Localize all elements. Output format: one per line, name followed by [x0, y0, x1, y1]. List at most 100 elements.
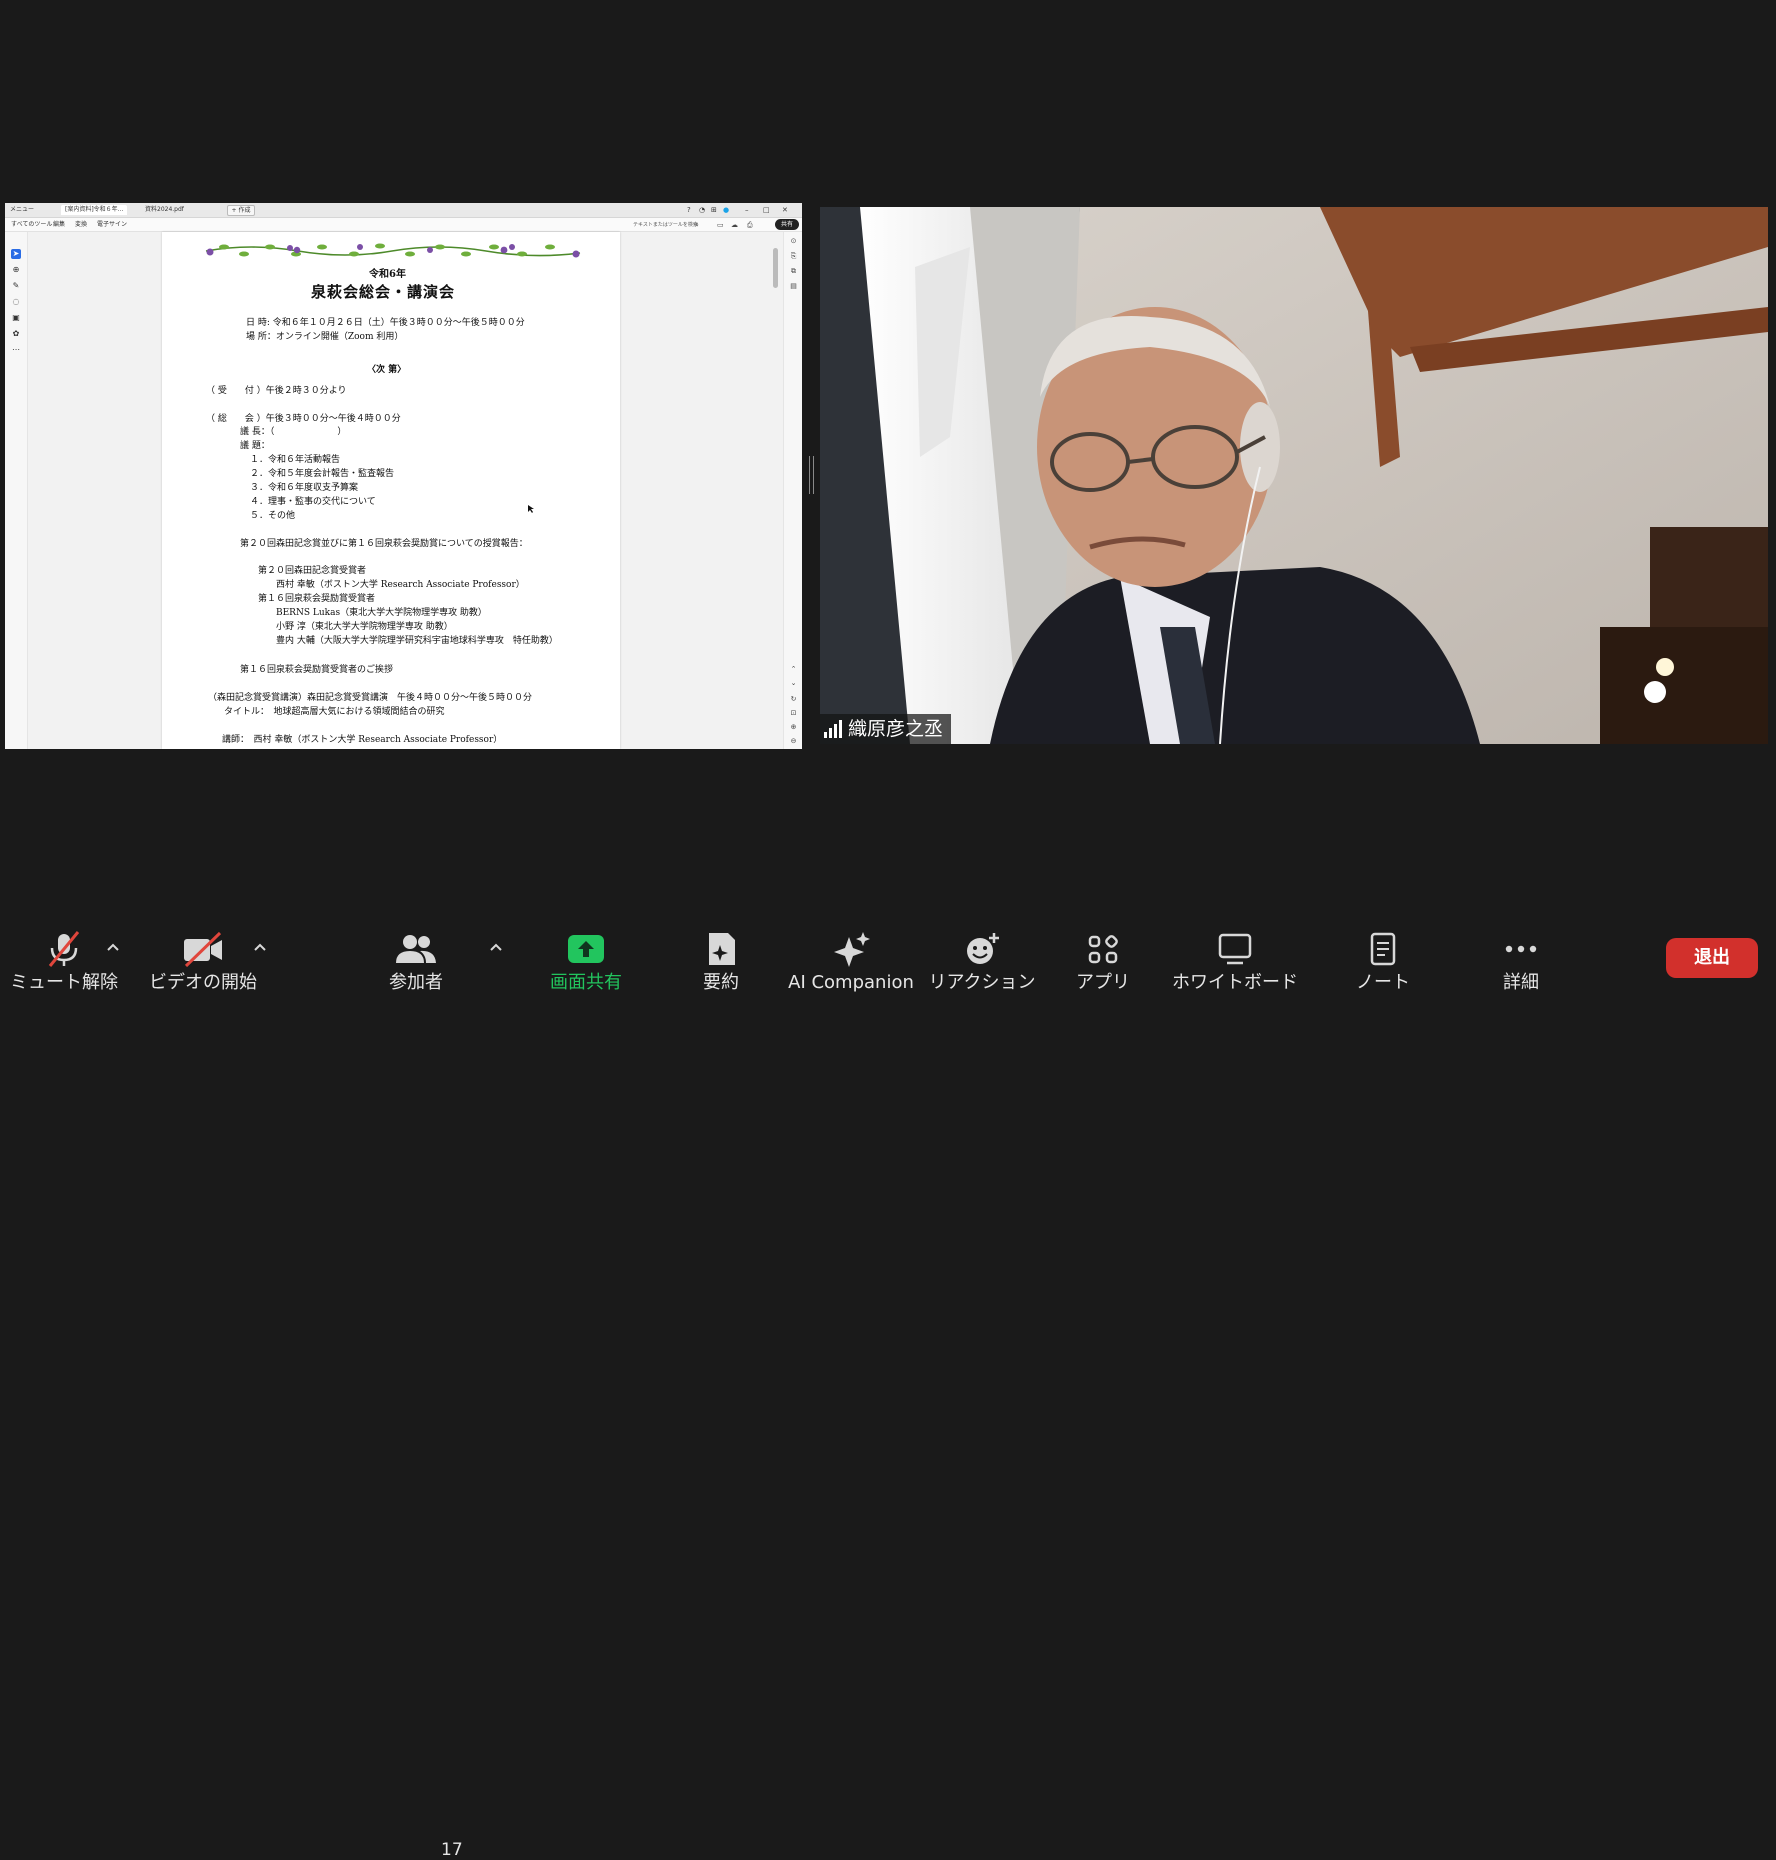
attachment-icon[interactable]: ▤	[788, 281, 799, 291]
apps-button[interactable]: アプリ	[1060, 925, 1146, 995]
split-view-handle[interactable]	[809, 456, 814, 494]
doc-title: 泉萩会総会・講演会	[311, 283, 456, 301]
doc-general-meeting: （ 総 会 ）午後３時００分〜午後４時００分	[206, 414, 401, 424]
tab-guide-document[interactable]: [案内資料]令和６年...	[61, 205, 128, 215]
doc-place-line: 場 所：オンライン開催（Zoom 利用）	[246, 332, 404, 342]
participants-label: 参加者	[389, 972, 443, 993]
textbox-icon[interactable]: ▣	[11, 313, 21, 323]
menu-tab[interactable]: メニュー	[10, 205, 34, 215]
read-mode-icon[interactable]: ▭	[717, 220, 724, 230]
participants-button[interactable]: 参加者	[370, 925, 462, 995]
new-tab-button[interactable]: + 作成	[227, 205, 255, 216]
audio-options-chevron-up-icon[interactable]	[105, 941, 121, 953]
pdf-scrollbar[interactable]	[773, 248, 778, 288]
unmute-label: ミュート解除	[10, 972, 118, 993]
whiteboard-label: ホワイトボード	[1172, 972, 1298, 993]
summary-button[interactable]: 要約	[678, 925, 764, 995]
ai-sparkle-icon	[834, 932, 870, 967]
page-down-icon[interactable]: ⌄	[788, 678, 799, 688]
doc-encourage-winner: BERNS Lukas（東北大学大学院物理学専攻 助教）	[276, 608, 487, 618]
doc-reception: （ 受 付 ）午後２時３０分より	[206, 386, 347, 396]
pdf-right-toolbar: ⊙ ⎘ ⧉ ▤ ⌃ ⌄ ↻ ⊡ ⊕ ⊖	[783, 232, 802, 749]
fit-page-icon[interactable]: ⊡	[788, 708, 799, 718]
notes-label: ノート	[1356, 972, 1410, 993]
more-button[interactable]: 詳細	[1478, 925, 1564, 995]
bell-icon[interactable]: ◔	[699, 205, 705, 215]
more-dots-icon	[1505, 945, 1537, 953]
print-icon[interactable]: ⎙	[747, 220, 753, 230]
share-screen-button[interactable]: 画面共有	[540, 925, 632, 995]
maximize-icon[interactable]: □	[763, 205, 770, 215]
pdf-left-toolbar: ➤ ⊕ ✎ ◌ ▣ ✿ ⋯	[5, 232, 28, 749]
close-icon[interactable]: ✕	[782, 205, 788, 215]
whiteboard-button[interactable]: ホワイトボード	[1170, 925, 1300, 995]
stamp-icon[interactable]: ✿	[11, 329, 21, 339]
notes-icon	[1370, 932, 1396, 966]
pdf-share-button[interactable]: 共有	[775, 219, 799, 230]
zoom-icon[interactable]: ⊕	[11, 265, 21, 275]
doc-year: 令和6年	[369, 269, 406, 280]
zoom-out-icon[interactable]: ⊖	[788, 736, 799, 746]
participant-count-badge: 17	[441, 1840, 463, 1860]
upload-icon[interactable]: ☁	[731, 220, 738, 230]
participants-icon	[396, 935, 436, 963]
esign-menu[interactable]: 電子サイン	[97, 220, 127, 230]
leave-button[interactable]: 退出	[1666, 938, 1758, 978]
doc-date-line: 日 時: 令和６年１０月２６日（土）午後３時００分〜午後５時００分	[246, 318, 525, 328]
tool-search-input[interactable]: テキストまたはツールを検索	[633, 220, 698, 230]
select-cursor-icon[interactable]: ➤	[11, 249, 21, 259]
more-label: 詳細	[1503, 972, 1539, 993]
edit-menu[interactable]: 編集	[53, 220, 65, 230]
doc-morita-heading: 第２０回森田記念賞受賞者	[258, 566, 367, 576]
pages-icon[interactable]: ⧉	[788, 266, 799, 276]
minimize-icon[interactable]: –	[745, 205, 749, 215]
rotate-icon[interactable]: ↻	[788, 694, 799, 704]
signal-strength-icon	[824, 720, 842, 738]
reactions-label: リアクション	[928, 972, 1036, 993]
help-icon[interactable]: ?	[687, 205, 691, 215]
convert-menu[interactable]: 変換	[75, 220, 87, 230]
shared-screen: メニュー [案内資料]令和６年... 資料2024.pdf + 作成 ? ◔ ⊞…	[5, 203, 802, 749]
whiteboard-icon	[1218, 933, 1252, 965]
doc-chair: 議 長：（ ）	[240, 427, 347, 437]
participant-name-badge: 織原彦之丞	[820, 714, 952, 744]
doc-encourage-heading: 第１６回泉萩会奨励賞受賞者	[258, 594, 376, 604]
tab-pdf-file[interactable]: 資料2024.pdf	[145, 205, 184, 215]
all-tools-menu[interactable]: すべてのツール	[11, 220, 52, 230]
profile-icon[interactable]: ●	[723, 205, 729, 215]
zoom-in-icon[interactable]: ⊕	[788, 722, 799, 732]
bookmark-icon[interactable]: ⎘	[788, 251, 799, 261]
doc-morita-winner: 西村 幸敏（ボストン大学 Research Associate Professo…	[276, 580, 525, 590]
doc-encourage-winner: 豊内 大輔（大阪大学大学院理学研究科宇宙地球科学専攻 特任助教）	[276, 636, 558, 646]
pdf-page: 令和6年 泉萩会総会・講演会 日 時: 令和６年１０月２６日（土）午後３時００分…	[162, 232, 620, 749]
comment-icon[interactable]: ⊙	[788, 236, 799, 246]
page-up-icon[interactable]: ⌃	[788, 664, 799, 674]
unmute-button[interactable]: ミュート解除	[10, 925, 118, 995]
participant-video-frame	[820, 207, 1768, 744]
apps-icon	[1088, 935, 1118, 964]
reactions-button[interactable]: リアクション	[928, 925, 1036, 995]
doc-agenda-item: ４．理事・監事の交代について	[250, 497, 376, 507]
doc-encourage-winner: 小野 淳（東北大学大学院物理学専攻 助教）	[276, 622, 453, 632]
reaction-smiley-icon	[967, 933, 999, 964]
pen-icon[interactable]: ✎	[11, 281, 21, 291]
ai-companion-button[interactable]: AI Companion	[786, 925, 916, 995]
meeting-toolbar: ミュート解除 ビデオの開始 参加者 17 画面共有 要約 AI Companio…	[0, 905, 1776, 1860]
vine-decoration	[205, 243, 581, 258]
pdf-toolbar: すべてのツール 編集 変換 電子サイン テキストまたはツールを検索 ⌕ ▭ ☁ …	[5, 218, 802, 232]
lasso-icon[interactable]: ◌	[11, 297, 21, 307]
search-icon[interactable]: ⌕	[695, 220, 699, 230]
video-camera-off-icon	[184, 931, 222, 967]
participants-options-chevron-up-icon[interactable]	[488, 941, 504, 953]
start-video-label: ビデオの開始	[149, 972, 257, 993]
doc-lecturer: 講師： 西村 幸敏（ボストン大学 Research Associate Prof…	[222, 735, 503, 745]
more-tools-icon[interactable]: ⋯	[11, 345, 21, 355]
video-options-chevron-up-icon[interactable]	[252, 941, 268, 953]
participant-video-tile[interactable]: 織原彦之丞	[820, 207, 1768, 744]
apps-grid-icon[interactable]: ⊞	[711, 205, 717, 215]
start-video-button[interactable]: ビデオの開始	[149, 925, 257, 995]
doc-lecture-title: タイトル： 地球超高層大気における領域間結合の研究	[224, 707, 445, 717]
notes-button[interactable]: ノート	[1340, 925, 1426, 995]
doc-award-report: 第２０回森田記念賞並びに第１６回泉萩会奨励賞についての授賞報告：	[240, 539, 528, 549]
summary-document-icon	[709, 933, 735, 965]
